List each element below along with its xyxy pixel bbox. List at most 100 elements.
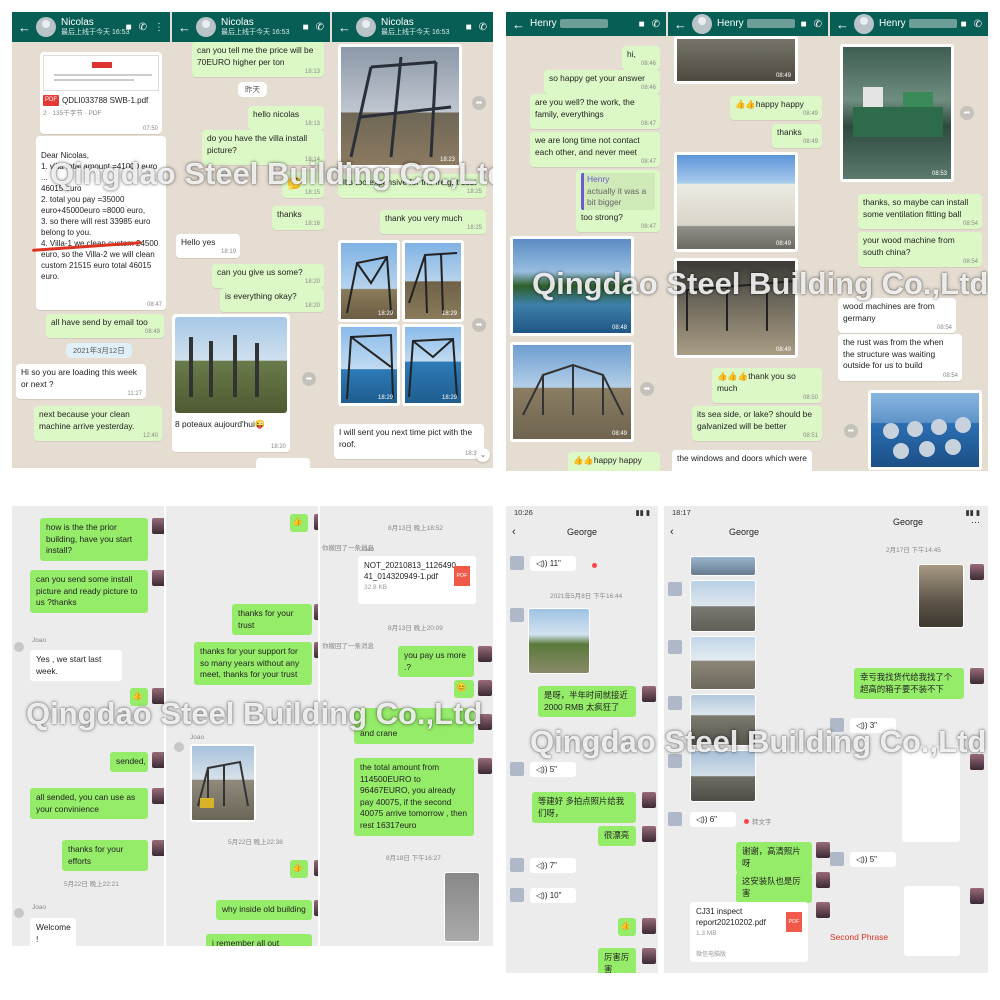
photo[interactable]: 08:49 — [674, 36, 798, 84]
avatar[interactable] — [668, 582, 682, 596]
photo[interactable] — [690, 636, 756, 690]
avatar[interactable] — [816, 872, 830, 888]
photo[interactable]: 18:23 — [338, 44, 462, 168]
voice-message[interactable]: ◁)) 5" — [850, 852, 896, 867]
pdf-message[interactable]: PDF QDLI033788 SWB-1.pdf 2 · 135千字节 · PD… — [40, 52, 162, 134]
contact-name[interactable]: Nicolas — [221, 17, 289, 29]
avatar[interactable] — [642, 948, 656, 964]
photo[interactable] — [528, 608, 590, 674]
avatar[interactable] — [314, 642, 318, 658]
file-message[interactable]: NOT_20210813_1126490 41_014320949-1.pdf … — [358, 556, 476, 604]
avatar[interactable] — [152, 840, 164, 856]
photo[interactable]: 18:29 — [402, 324, 464, 406]
photo[interactable] — [190, 744, 256, 822]
avatar[interactable] — [152, 788, 164, 804]
avatar[interactable] — [668, 640, 682, 654]
voice-message[interactable]: ◁)) 10" — [530, 888, 576, 903]
forward-icon[interactable]: ➦ — [844, 424, 858, 438]
avatar[interactable] — [970, 888, 984, 904]
photo[interactable] — [444, 872, 480, 942]
avatar[interactable] — [152, 752, 164, 768]
forward-icon[interactable]: ➦ — [640, 382, 654, 396]
contact-name[interactable]: Nicolas — [61, 17, 121, 29]
forward-icon[interactable]: ➦ — [302, 372, 316, 386]
screenshot-image[interactable] — [904, 886, 960, 956]
voice-message[interactable]: ◁)) 5" — [530, 762, 576, 777]
back-arrow-icon[interactable]: ← — [836, 18, 849, 31]
screenshot-image[interactable] — [902, 746, 960, 842]
avatar[interactable] — [152, 518, 164, 534]
photo-message[interactable]: 8 poteaux aujourd'hui😜 18:20 — [172, 314, 290, 452]
quote-box[interactable]: Henry actually it was a bit bigger — [581, 173, 655, 210]
phone-icon[interactable]: ✆ — [814, 19, 822, 30]
avatar[interactable] — [510, 888, 524, 902]
video-call-icon[interactable]: ■ — [961, 19, 967, 30]
back-arrow-icon[interactable]: ← — [178, 21, 191, 34]
photo[interactable]: 18:29 — [338, 240, 400, 322]
photo[interactable]: 08:53 — [840, 44, 954, 182]
avatar[interactable] — [642, 792, 656, 808]
avatar[interactable] — [174, 742, 184, 752]
avatar[interactable] — [668, 696, 682, 710]
file-message[interactable]: CJ31 inspect report20210202.pdf 1.3 MB P… — [690, 902, 808, 962]
back-arrow-icon[interactable]: ← — [338, 21, 351, 34]
photo[interactable] — [175, 317, 287, 413]
forward-icon[interactable]: ➦ — [472, 96, 486, 110]
phone-icon[interactable]: ✆ — [139, 22, 147, 33]
forward-icon[interactable]: ➦ — [960, 106, 974, 120]
phone-icon[interactable]: ✆ — [316, 22, 324, 33]
avatar[interactable] — [196, 17, 216, 37]
avatar[interactable] — [692, 14, 712, 34]
photo[interactable] — [918, 564, 964, 628]
back-arrow-icon[interactable]: ← — [18, 21, 31, 34]
avatar[interactable] — [314, 514, 318, 530]
photo[interactable] — [690, 580, 756, 632]
photo[interactable] — [868, 390, 982, 470]
back-arrow-icon[interactable]: ← — [674, 18, 687, 31]
contact-name[interactable]: Henry — [530, 18, 608, 30]
contact-name[interactable]: Henry — [879, 18, 957, 30]
avatar[interactable] — [478, 646, 492, 662]
forward-icon[interactable]: ➦ — [472, 318, 486, 332]
avatar[interactable] — [668, 812, 682, 826]
avatar[interactable] — [642, 686, 656, 702]
avatar[interactable] — [970, 668, 984, 684]
voice-message[interactable]: ◁)) 7" — [530, 858, 576, 873]
voice-message[interactable]: ◁)) 6" — [690, 812, 736, 827]
phone-icon[interactable]: ✆ — [974, 19, 982, 30]
avatar[interactable] — [314, 860, 318, 876]
back-arrow-icon[interactable]: ← — [512, 18, 525, 31]
avatar[interactable] — [510, 556, 524, 570]
phone-icon[interactable]: ✆ — [652, 19, 660, 30]
avatar[interactable] — [152, 570, 164, 586]
photo[interactable]: 08:49 — [510, 342, 634, 442]
photo[interactable] — [690, 556, 756, 576]
avatar[interactable] — [970, 564, 984, 580]
video-call-icon[interactable]: ■ — [801, 19, 807, 30]
voice-message[interactable]: ◁)) 11" — [530, 556, 576, 571]
back-arrow-icon[interactable]: ‹ — [512, 526, 516, 538]
avatar[interactable] — [816, 902, 830, 918]
contact-name[interactable]: Henry — [717, 18, 795, 30]
avatar[interactable] — [510, 608, 524, 622]
avatar[interactable] — [510, 858, 524, 872]
avatar[interactable] — [36, 17, 56, 37]
phone-icon[interactable]: ✆ — [479, 22, 487, 33]
avatar[interactable] — [510, 762, 524, 776]
avatar[interactable] — [642, 826, 656, 842]
contact-name[interactable]: Nicolas — [381, 17, 449, 29]
avatar[interactable] — [314, 604, 318, 620]
photo[interactable]: 18:29 — [338, 324, 400, 406]
avatar[interactable] — [356, 17, 376, 37]
avatar[interactable] — [854, 14, 874, 34]
photo[interactable]: 08:49 — [674, 152, 798, 252]
video-call-icon[interactable]: ■ — [303, 22, 309, 33]
more-icon[interactable]: ··· — [971, 517, 980, 527]
avatar[interactable] — [14, 908, 24, 918]
back-arrow-icon[interactable]: ‹ — [670, 526, 674, 538]
menu-icon[interactable]: ⋮ — [154, 22, 164, 33]
photo[interactable]: 18:29 — [402, 240, 464, 322]
video-call-icon[interactable]: ■ — [466, 22, 472, 33]
scroll-down-icon[interactable]: ⌄ — [476, 448, 490, 462]
avatar[interactable] — [830, 852, 844, 866]
